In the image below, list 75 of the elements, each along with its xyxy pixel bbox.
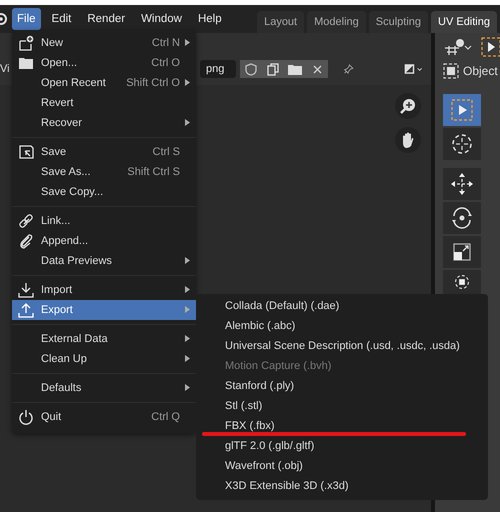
workspace-tab[interactable]: Layout — [257, 11, 304, 33]
menu-item[interactable]: Open Recent Shift Ctrl O — [12, 73, 196, 93]
view-menu[interactable]: Vi — [0, 62, 10, 75]
cursor-tool-button[interactable] — [443, 128, 481, 160]
import-icon — [18, 282, 34, 298]
menu-item[interactable]: Help — [192, 8, 227, 30]
menu-item[interactable]: Defaults — [12, 378, 196, 398]
menu-item[interactable]: Stl (.stl) — [196, 396, 488, 416]
submenu-arrow-icon — [185, 119, 190, 126]
menu-item[interactable]: Save Copy... — [12, 182, 196, 202]
scale-tool-button[interactable] — [443, 236, 481, 268]
mode-label[interactable]: Object — [463, 62, 498, 80]
menu-item[interactable]: Link... — [12, 211, 196, 231]
submenu-arrow-icon — [185, 306, 190, 314]
copy-icon — [267, 62, 280, 76]
pan-button[interactable] — [395, 127, 421, 153]
select-box-icon[interactable] — [481, 37, 500, 57]
menu-item[interactable]: Save Ctrl S — [12, 142, 196, 162]
menu-item[interactable]: Quit Ctrl Q — [12, 407, 196, 427]
menu-item[interactable]: Stanford (.ply) — [196, 376, 488, 396]
pin-icon[interactable] — [344, 62, 354, 76]
submenu-arrow-icon — [185, 79, 190, 86]
close-icon — [312, 64, 322, 74]
menu-item[interactable]: Alembic (.abc) — [196, 316, 488, 336]
menu-item[interactable]: FBX (.fbx) — [196, 416, 488, 436]
object-icon[interactable] — [443, 38, 473, 56]
menu-item[interactable]: Edit — [46, 8, 76, 30]
zoom-icon — [399, 97, 417, 115]
menu-item[interactable]: Save As... Shift Ctrl S — [12, 162, 196, 182]
menu-item[interactable]: Universal Scene Description (.usd, .usdc, .usda) — [196, 336, 488, 356]
submenu-arrow-icon — [185, 286, 190, 294]
menu-item[interactable]: glTF 2.0 (.glb/.gltf) — [196, 436, 488, 456]
menu-item[interactable]: New Ctrl N — [12, 33, 196, 53]
menu-item[interactable]: Data Previews — [12, 251, 196, 271]
workspace-tab[interactable]: UV Editing — [431, 11, 497, 33]
menu-item[interactable]: Wavefront (.obj) — [196, 456, 488, 476]
quit-icon — [18, 409, 34, 425]
submenu-arrow-icon — [185, 355, 190, 362]
menu-item[interactable]: External Data — [12, 329, 196, 349]
fake-user-button[interactable] — [240, 60, 262, 78]
menu-item[interactable]: Revert — [12, 93, 196, 113]
submenu-arrow-icon — [185, 257, 190, 264]
hand-icon — [400, 131, 416, 149]
workspace-tab[interactable]: Modeling — [307, 11, 366, 33]
unlink-button[interactable] — [306, 60, 328, 78]
shield-icon — [245, 62, 258, 76]
menu-item[interactable]: Open... Ctrl O — [12, 53, 196, 73]
new-icon — [18, 35, 34, 51]
folder-icon — [288, 64, 302, 74]
append-icon — [18, 233, 34, 249]
select-tool-button[interactable] — [443, 94, 481, 126]
export-icon — [18, 302, 34, 318]
link-icon — [18, 213, 34, 229]
submenu-arrow-icon — [185, 335, 190, 342]
menu-item[interactable]: Export — [12, 300, 196, 320]
menu-item[interactable]: Clean Up — [12, 349, 196, 369]
move-tool-button[interactable] — [443, 168, 481, 200]
submenu-arrow-icon — [185, 384, 190, 392]
menu-item[interactable]: Render — [82, 8, 130, 30]
menu-item[interactable]: Recover — [12, 113, 196, 133]
menu-item[interactable]: Window — [136, 8, 187, 30]
menu-item[interactable]: X3D Extensible 3D (.x3d) — [196, 476, 488, 496]
save-icon — [18, 144, 34, 160]
open-icon — [18, 55, 34, 71]
menu-item[interactable]: Append... — [12, 231, 196, 251]
transform-icon — [452, 272, 472, 292]
zoom-button[interactable] — [395, 93, 421, 119]
menu-item[interactable]: File — [12, 8, 41, 30]
workspace-tab[interactable]: Sculpting — [368, 11, 428, 33]
mode-icon[interactable] — [443, 63, 459, 79]
image-name-field[interactable]: png — [200, 60, 236, 78]
submenu-arrow-icon — [185, 39, 190, 46]
rotate-tool-button[interactable] — [443, 202, 481, 234]
menu-item[interactable]: Collada (Default) (.dae) — [196, 296, 488, 316]
menu-item[interactable]: Import — [12, 280, 196, 300]
